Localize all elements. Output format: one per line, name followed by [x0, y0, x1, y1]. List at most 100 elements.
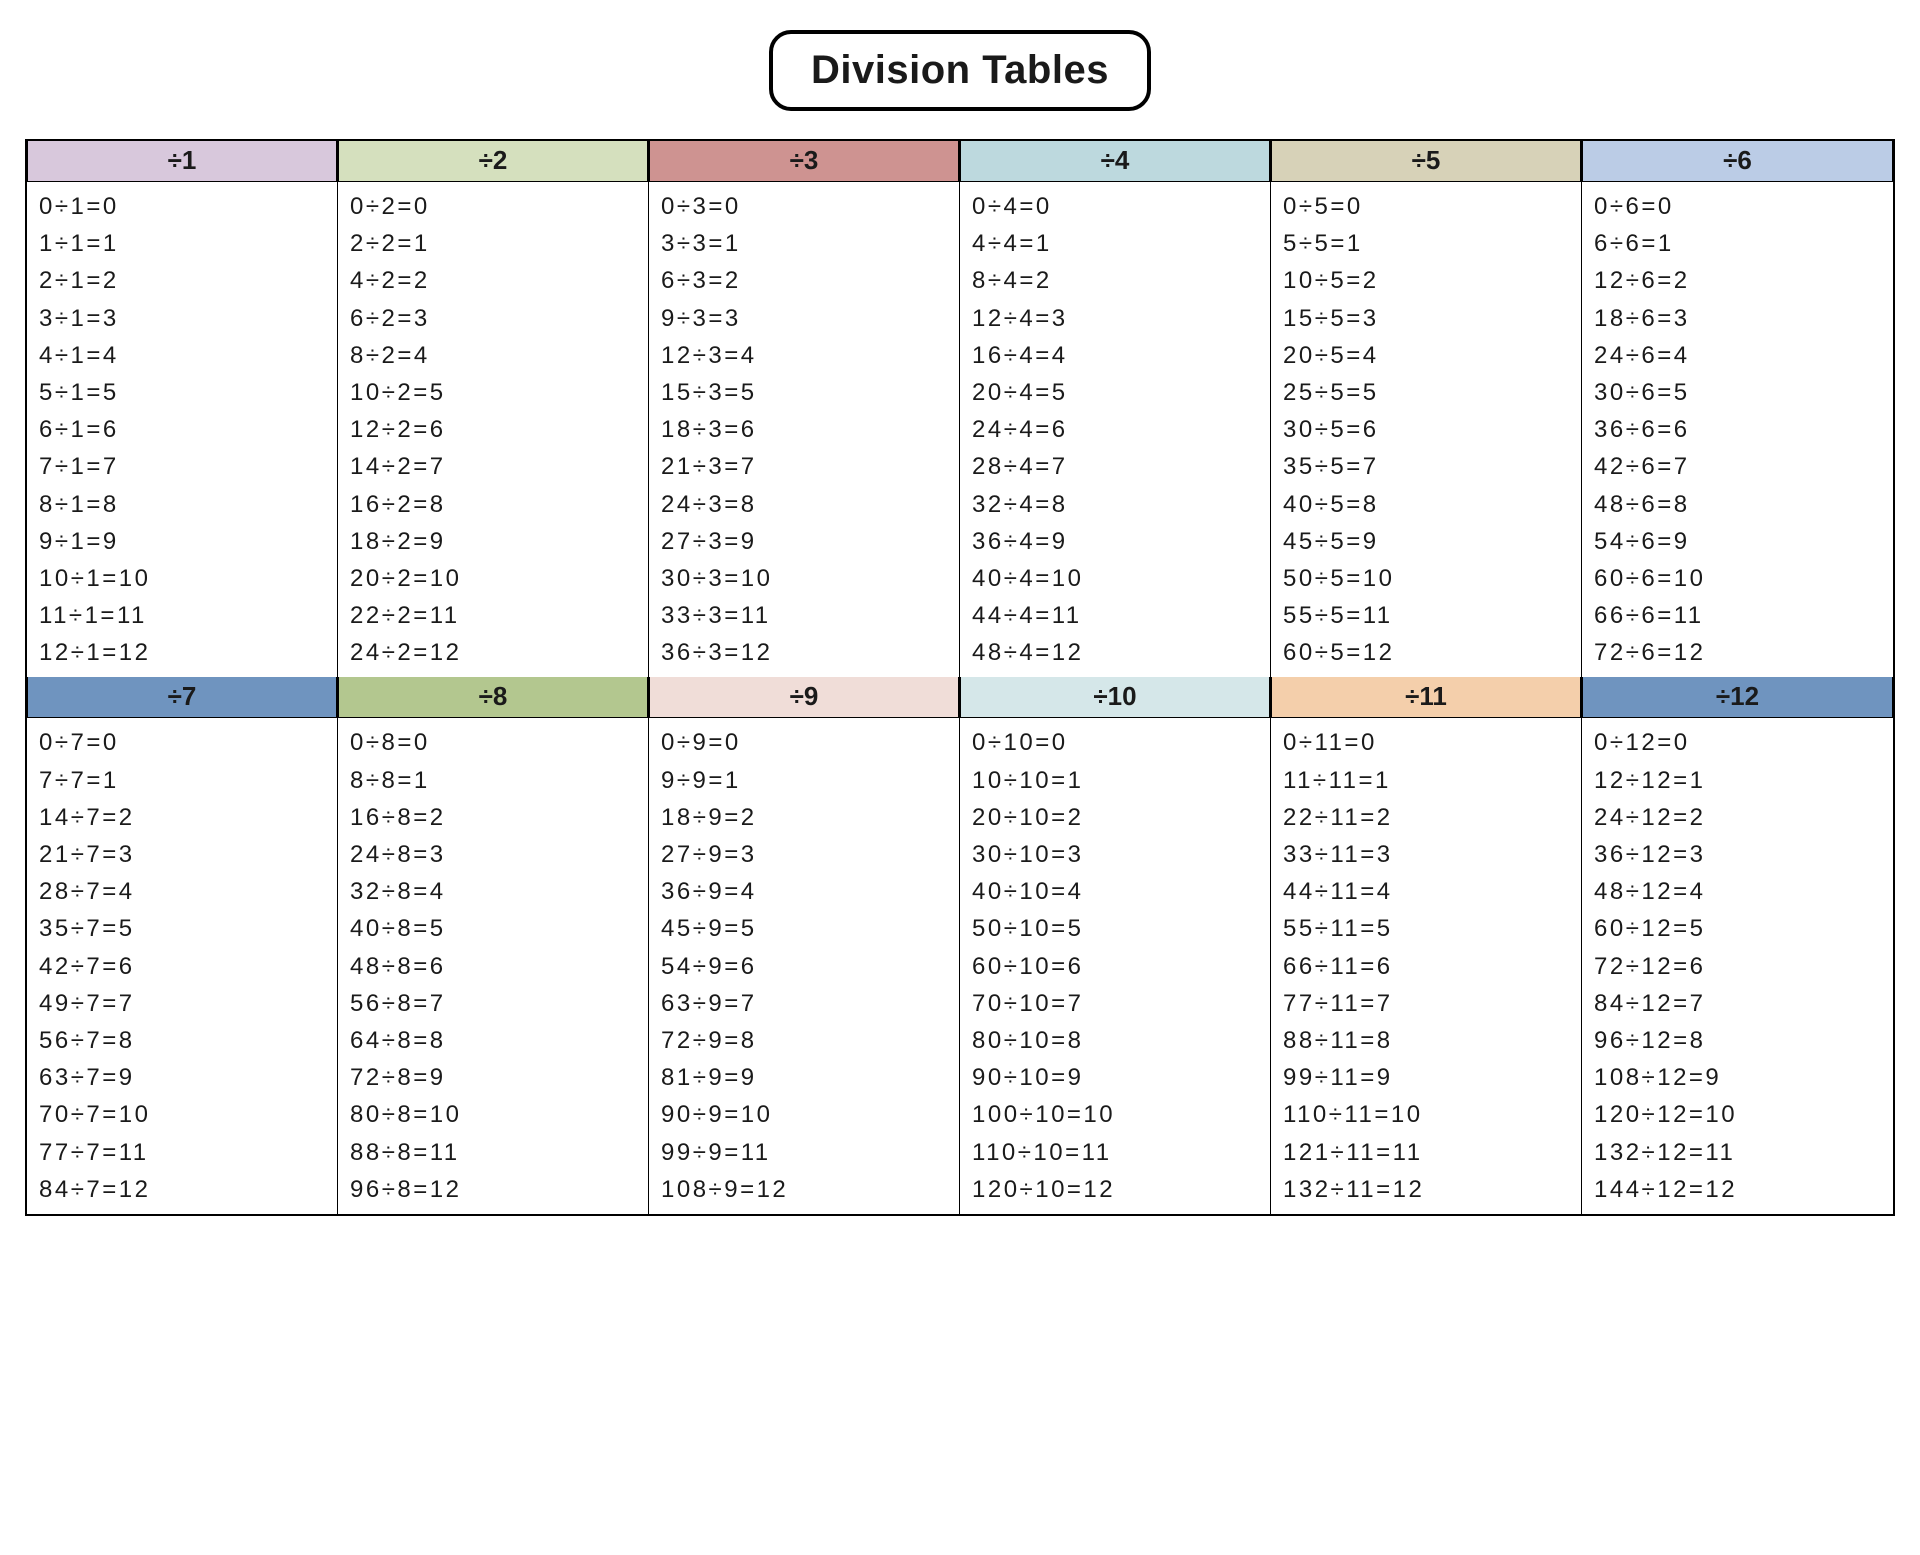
equation: 24÷4=6	[972, 411, 1260, 448]
equation: 27÷3=9	[661, 523, 949, 560]
equation: 60÷5=12	[1283, 634, 1571, 671]
column-header: ÷4	[960, 141, 1270, 182]
equation: 0÷8=0	[350, 724, 638, 761]
equation: 50÷5=10	[1283, 560, 1571, 597]
equation: 33÷3=11	[661, 597, 949, 634]
equation: 11÷1=11	[39, 597, 327, 634]
equation: 3÷1=3	[39, 300, 327, 337]
division-column-8: ÷80÷8=08÷8=116÷8=224÷8=332÷8=440÷8=548÷8…	[338, 677, 649, 1213]
equation: 12÷4=3	[972, 300, 1260, 337]
equation: 99÷9=11	[661, 1134, 949, 1171]
equation: 32÷8=4	[350, 873, 638, 910]
equation: 21÷3=7	[661, 448, 949, 485]
equation: 20÷10=2	[972, 799, 1260, 836]
equation: 70÷7=10	[39, 1096, 327, 1133]
equation-list: 0÷1=01÷1=12÷1=23÷1=34÷1=45÷1=56÷1=67÷1=7…	[27, 182, 337, 677]
equation: 0÷7=0	[39, 724, 327, 761]
equation: 110÷10=11	[972, 1134, 1260, 1171]
equation: 63÷7=9	[39, 1059, 327, 1096]
equation: 28÷4=7	[972, 448, 1260, 485]
equation: 6÷1=6	[39, 411, 327, 448]
equation: 48÷6=8	[1594, 486, 1883, 523]
equation-list: 0÷5=05÷5=110÷5=215÷5=320÷5=425÷5=530÷5=6…	[1271, 182, 1581, 677]
equation: 12÷12=1	[1594, 762, 1883, 799]
equation: 121÷11=11	[1283, 1134, 1571, 1171]
column-header: ÷8	[338, 677, 648, 718]
equation: 132÷11=12	[1283, 1171, 1571, 1208]
column-header: ÷3	[649, 141, 959, 182]
equation: 30÷6=5	[1594, 374, 1883, 411]
division-column-11: ÷110÷11=011÷11=122÷11=233÷11=344÷11=455÷…	[1271, 677, 1582, 1213]
equation: 0÷11=0	[1283, 724, 1571, 761]
division-column-12: ÷120÷12=012÷12=124÷12=236÷12=348÷12=460÷…	[1582, 677, 1893, 1213]
division-tables-grid: ÷10÷1=01÷1=12÷1=23÷1=34÷1=45÷1=56÷1=67÷1…	[25, 139, 1895, 1216]
equation: 77÷7=11	[39, 1134, 327, 1171]
equation: 66÷6=11	[1594, 597, 1883, 634]
equation-list: 0÷9=09÷9=118÷9=227÷9=336÷9=445÷9=554÷9=6…	[649, 718, 959, 1213]
equation: 63÷9=7	[661, 985, 949, 1022]
equation: 12÷1=12	[39, 634, 327, 671]
column-header: ÷9	[649, 677, 959, 718]
equation: 42÷6=7	[1594, 448, 1883, 485]
equation: 64÷8=8	[350, 1022, 638, 1059]
equation: 36÷6=6	[1594, 411, 1883, 448]
equation: 60÷10=6	[972, 948, 1260, 985]
equation: 110÷11=10	[1283, 1096, 1571, 1133]
equation: 72÷8=9	[350, 1059, 638, 1096]
equation: 100÷10=10	[972, 1096, 1260, 1133]
equation: 24÷12=2	[1594, 799, 1883, 836]
equation: 99÷11=9	[1283, 1059, 1571, 1096]
equation-list: 0÷8=08÷8=116÷8=224÷8=332÷8=440÷8=548÷8=6…	[338, 718, 648, 1213]
equation: 44÷4=11	[972, 597, 1260, 634]
equation: 9÷3=3	[661, 300, 949, 337]
equation: 36÷4=9	[972, 523, 1260, 560]
equation: 10÷10=1	[972, 762, 1260, 799]
equation: 11÷11=1	[1283, 762, 1571, 799]
equation: 0÷4=0	[972, 188, 1260, 225]
equation: 88÷11=8	[1283, 1022, 1571, 1059]
equation: 3÷3=1	[661, 225, 949, 262]
equation: 0÷6=0	[1594, 188, 1883, 225]
equation: 6÷3=2	[661, 262, 949, 299]
equation: 40÷4=10	[972, 560, 1260, 597]
equation: 16÷4=4	[972, 337, 1260, 374]
equation: 55÷5=11	[1283, 597, 1571, 634]
equation: 6÷6=1	[1594, 225, 1883, 262]
equation: 45÷5=9	[1283, 523, 1571, 560]
equation: 84÷7=12	[39, 1171, 327, 1208]
equation: 0÷1=0	[39, 188, 327, 225]
column-header: ÷12	[1582, 677, 1893, 718]
equation: 32÷4=8	[972, 486, 1260, 523]
equation: 80÷10=8	[972, 1022, 1260, 1059]
equation: 20÷2=10	[350, 560, 638, 597]
equation: 56÷8=7	[350, 985, 638, 1022]
equation: 9÷9=1	[661, 762, 949, 799]
equation: 54÷6=9	[1594, 523, 1883, 560]
equation: 8÷8=1	[350, 762, 638, 799]
equation-list: 0÷4=04÷4=18÷4=212÷4=316÷4=420÷4=524÷4=62…	[960, 182, 1270, 677]
equation: 28÷7=4	[39, 873, 327, 910]
column-header: ÷7	[27, 677, 337, 718]
equation: 90÷10=9	[972, 1059, 1260, 1096]
equation: 0÷9=0	[661, 724, 949, 761]
equation: 36÷9=4	[661, 873, 949, 910]
equation: 4÷1=4	[39, 337, 327, 374]
equation: 18÷3=6	[661, 411, 949, 448]
division-column-10: ÷100÷10=010÷10=120÷10=230÷10=340÷10=450÷…	[960, 677, 1271, 1213]
equation: 16÷2=8	[350, 486, 638, 523]
equation: 48÷8=6	[350, 948, 638, 985]
equation: 24÷6=4	[1594, 337, 1883, 374]
equation: 44÷11=4	[1283, 873, 1571, 910]
equation: 70÷10=7	[972, 985, 1260, 1022]
equation: 10÷5=2	[1283, 262, 1571, 299]
equation: 8÷1=8	[39, 486, 327, 523]
equation: 12÷3=4	[661, 337, 949, 374]
equation: 18÷2=9	[350, 523, 638, 560]
division-column-6: ÷60÷6=06÷6=112÷6=218÷6=324÷6=430÷6=536÷6…	[1582, 141, 1893, 677]
equation: 66÷11=6	[1283, 948, 1571, 985]
equation: 8÷4=2	[972, 262, 1260, 299]
equation: 88÷8=11	[350, 1134, 638, 1171]
equation: 48÷4=12	[972, 634, 1260, 671]
equation: 120÷12=10	[1594, 1096, 1883, 1133]
equation: 1÷1=1	[39, 225, 327, 262]
